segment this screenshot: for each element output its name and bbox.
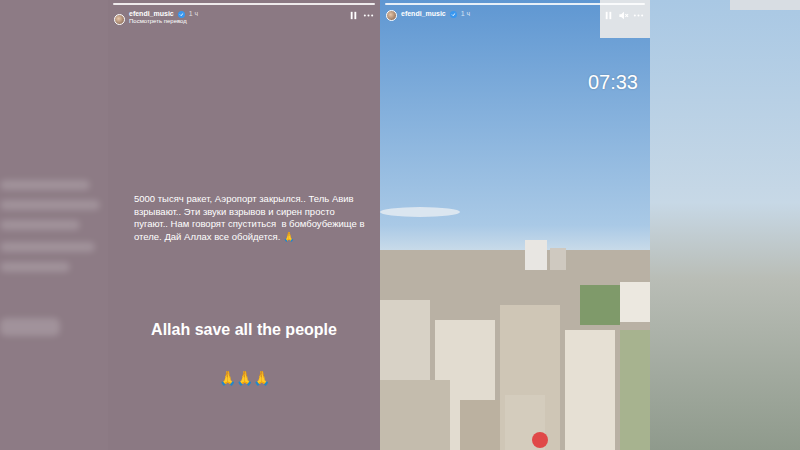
story-emoji: 🙏🙏🙏 [108,370,380,387]
text-story[interactable]: efendi_music 1 ч Посмотреть перевод 5000… [108,0,380,450]
time-sticker: 07:33 [586,70,640,94]
story-progress [113,3,375,5]
verified-icon [178,11,185,18]
translate-link[interactable]: Посмотреть перевод [129,18,344,25]
post-time: 1 ч [461,10,471,18]
username[interactable]: efendi_music [129,10,174,18]
story-composite: efendi_music 1 ч Посмотреть перевод 5000… [0,0,800,450]
pause-icon[interactable] [348,10,359,21]
blurred-backdrop-left [0,0,108,450]
verified-icon [450,11,457,18]
more-icon[interactable] [363,10,374,21]
avatar-icon[interactable] [114,14,125,25]
photo-story[interactable]: efendi_music 1 ч 07:33 [380,0,650,450]
post-time: 1 ч [189,10,199,18]
city-photo [380,0,650,450]
story-progress [385,3,645,5]
pause-icon[interactable] [603,10,614,21]
story-header: efendi_music 1 ч Посмотреть перевод [114,10,374,32]
username[interactable]: efendi_music [401,10,446,18]
story-caption: Allah save all the people [108,320,380,339]
story-message: 5000 тысяч ракет, Аэропорт закрылся.. Те… [134,193,366,243]
story-header: efendi_music 1 ч [386,10,644,32]
blurred-backdrop-right [650,0,800,450]
avatar-icon[interactable] [386,10,397,21]
more-icon[interactable] [633,10,644,21]
speaker-icon[interactable] [618,10,629,21]
